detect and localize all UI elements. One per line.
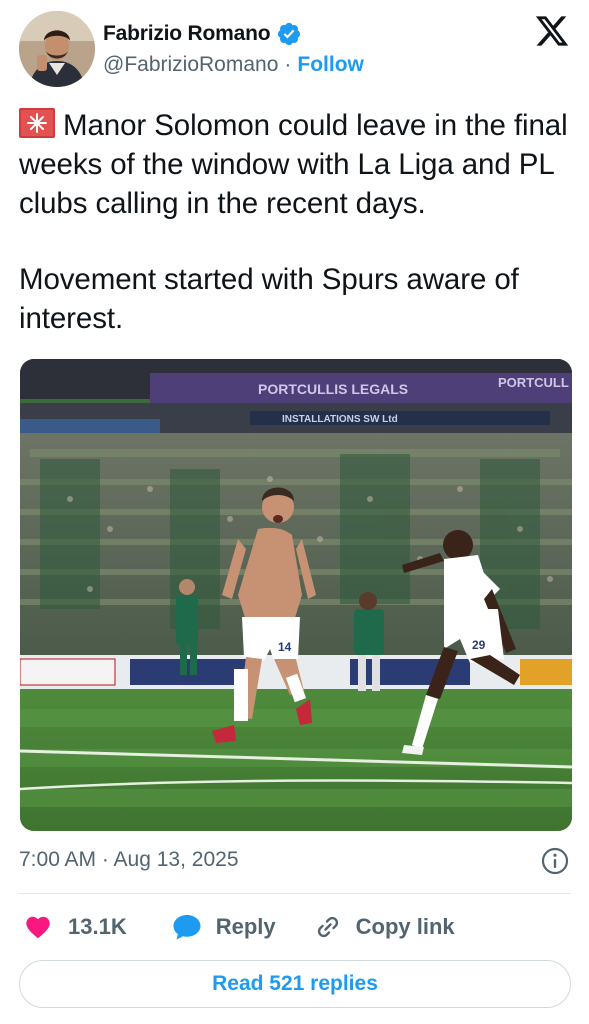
name-row: Fabrizio Romano bbox=[103, 21, 302, 47]
copy-link-label: Copy link bbox=[355, 914, 455, 939]
player-1-number: 14 bbox=[278, 640, 292, 654]
avatar[interactable] bbox=[19, 11, 95, 87]
reply-label: Reply bbox=[215, 914, 276, 939]
tweet-timestamp[interactable]: 7:00 AM · Aug 13, 2025 bbox=[19, 848, 239, 872]
stadium-scene: PORTCULLIS LEGALS PORTCULL INSTALLATIONS… bbox=[20, 359, 572, 831]
action-bar: 13.1K Reply Copy link bbox=[24, 910, 455, 944]
handle-row: @FabrizioRomano · Follow bbox=[103, 53, 364, 77]
x-logo-icon[interactable] bbox=[533, 13, 571, 49]
banner-right-text: PORTCULL bbox=[498, 375, 569, 390]
display-name[interactable]: Fabrizio Romano bbox=[103, 22, 271, 46]
tweet-paragraph-1-text: Manor Solomon could leave in the final w… bbox=[19, 109, 568, 220]
rotating-light-icon bbox=[19, 108, 55, 138]
heart-icon bbox=[24, 913, 52, 941]
tweet-paragraph-2: Movement started with Spurs aware of int… bbox=[19, 263, 519, 335]
info-icon[interactable] bbox=[541, 847, 569, 875]
player-2-number: 29 bbox=[472, 638, 486, 652]
like-button[interactable]: 13.1K bbox=[24, 913, 127, 941]
tweet-photo[interactable]: PORTCULLIS LEGALS PORTCULL INSTALLATIONS… bbox=[20, 359, 572, 831]
board-text: INSTALLATIONS SW Ltd bbox=[282, 414, 398, 425]
handle[interactable]: @FabrizioRomano bbox=[103, 53, 278, 77]
read-replies-button[interactable]: Read 521 replies bbox=[19, 960, 571, 1008]
avatar-image bbox=[19, 11, 95, 87]
like-count: 13.1K bbox=[68, 914, 127, 939]
verified-badge-icon bbox=[276, 21, 302, 47]
reply-bubble-icon bbox=[172, 913, 202, 941]
banner-left-text: PORTCULLIS LEGALS bbox=[258, 381, 408, 397]
divider bbox=[19, 893, 571, 894]
tweet-text: Manor Solomon could leave in the final w… bbox=[19, 106, 579, 338]
follow-button[interactable]: Follow bbox=[297, 53, 364, 77]
copy-link-button[interactable]: Copy link bbox=[314, 913, 455, 941]
tweet-paragraph-1: Manor Solomon could leave in the final w… bbox=[19, 106, 579, 223]
reply-button[interactable]: Reply bbox=[172, 913, 276, 941]
link-icon bbox=[314, 913, 342, 941]
tweet-header: Fabrizio Romano @FabrizioRomano · Follow bbox=[19, 11, 571, 91]
separator-dot: · bbox=[284, 53, 292, 76]
